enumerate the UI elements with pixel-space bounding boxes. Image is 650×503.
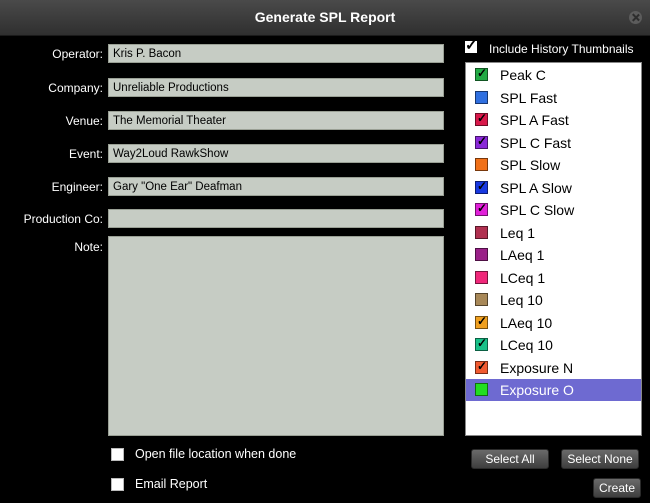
list-item[interactable]: ✓ SPL C Slow [466, 199, 641, 221]
list-item-label: SPL C Fast [500, 134, 572, 151]
list-item-label: LAeq 1 [500, 247, 545, 263]
event-label: Event: [68, 147, 103, 161]
engineer-field[interactable]: Gary "One Ear" Deafman [108, 177, 444, 196]
venue-label: Venue: [65, 114, 103, 128]
color-swatch-checkbox[interactable]: ✓ [475, 358, 488, 374]
checkmark-icon: ✓ [477, 111, 488, 125]
company-field[interactable]: Unreliable Productions [108, 78, 444, 97]
list-item-label: SPL C Slow [500, 202, 575, 218]
select-all-button[interactable]: Select All [471, 449, 549, 469]
color-swatch-checkbox[interactable]: ✓ [475, 111, 488, 126]
list-item[interactable]: ✓ SPL A Fast [466, 109, 641, 131]
checkmark-icon: ✓ [477, 358, 488, 373]
checkmark-icon: ✓ [465, 37, 478, 54]
list-item[interactable]: LCeq 1 [466, 267, 641, 289]
color-swatch-checkbox[interactable] [475, 158, 488, 171]
list-item-label: LCeq 10 [500, 337, 553, 353]
color-swatch-checkbox[interactable] [475, 225, 488, 239]
checkmark-icon: ✓ [477, 313, 488, 328]
list-item-label: SPL Slow [500, 157, 561, 173]
list-item-label: Exposure O [500, 382, 574, 398]
history-thumbnails-label: Include History Thumbnails [489, 42, 634, 56]
list-item[interactable]: SPL Fast [466, 87, 641, 109]
list-item-label: Peak C [500, 67, 546, 83]
event-field[interactable]: Way2Loud RawkShow [108, 144, 444, 163]
list-item-label: SPL A Fast [500, 112, 569, 128]
list-item[interactable]: ✓ LCeq 10 [466, 334, 641, 356]
select-none-button[interactable]: Select None [561, 449, 639, 469]
list-item-label: LAeq 10 [500, 314, 553, 331]
venue-field[interactable]: The Memorial Theater [108, 111, 444, 130]
dialog-title: Generate SPL Report [254, 9, 396, 25]
list-item-label: Leq 10 [500, 292, 543, 308]
color-swatch-checkbox[interactable]: ✓ [475, 201, 488, 216]
color-swatch-checkbox[interactable]: ✓ [475, 66, 488, 81]
color-swatch-checkbox[interactable]: ✓ [475, 313, 488, 329]
open-file-checkbox[interactable] [111, 448, 124, 461]
list-item[interactable]: Leq 10 [466, 289, 641, 311]
list-item-label: LCeq 1 [500, 269, 546, 286]
color-swatch-checkbox[interactable] [475, 270, 488, 284]
list-item-label: SPL A Slow [500, 179, 572, 196]
checkmark-icon: ✓ [477, 201, 488, 215]
create-button[interactable]: Create [593, 478, 641, 498]
checkmark-icon: ✓ [477, 133, 488, 148]
production-co-field[interactable] [108, 209, 444, 228]
list-item-label: SPL Fast [500, 89, 558, 106]
color-swatch-checkbox[interactable]: ✓ [475, 178, 488, 194]
color-swatch-checkbox[interactable] [475, 293, 488, 306]
color-swatch-checkbox[interactable]: ✓ [475, 133, 488, 149]
list-item[interactable]: SPL Slow [466, 154, 641, 176]
list-item[interactable]: ✓ LAeq 10 [466, 312, 641, 334]
report-dialog: Generate SPL Report Operator: Kris P. Ba… [0, 0, 650, 503]
company-label: Company: [48, 81, 103, 95]
open-file-label: Open file location when done [135, 447, 297, 461]
title-bar: Generate SPL Report [0, 0, 650, 36]
color-swatch-checkbox[interactable] [475, 383, 488, 396]
checkmark-icon: ✓ [477, 66, 488, 80]
color-swatch-checkbox[interactable] [475, 248, 488, 261]
list-item-label: Exposure N [500, 359, 574, 376]
production-co-label: Production Co: [23, 212, 103, 226]
email-report-label: Email Report [135, 477, 208, 491]
list-item[interactable]: ✓ Exposure N [466, 357, 641, 379]
close-icon[interactable] [629, 11, 642, 24]
list-item[interactable]: ✓ SPL A Slow [466, 177, 641, 199]
note-label: Note: [74, 240, 103, 254]
color-swatch-checkbox[interactable]: ✓ [475, 336, 488, 351]
checkmark-icon: ✓ [477, 336, 488, 350]
color-swatch-checkbox[interactable] [475, 90, 488, 104]
metrics-list[interactable]: ✓ Peak C SPL Fast ✓ SPL A Fast ✓ SPL C Fast SPL… [465, 62, 642, 436]
engineer-label: Engineer: [51, 180, 103, 194]
history-thumbnails-checkbox[interactable]: ✓ [465, 37, 478, 54]
checkmark-icon: ✓ [477, 178, 488, 193]
list-item[interactable]: LAeq 1 [466, 244, 641, 266]
list-item[interactable]: ✓ SPL C Fast [466, 132, 641, 154]
email-report-checkbox[interactable] [111, 478, 124, 491]
note-textarea[interactable] [108, 236, 444, 436]
list-item[interactable]: Leq 1 [466, 222, 641, 244]
operator-field[interactable]: Kris P. Bacon [108, 44, 444, 63]
list-item-label: Leq 1 [500, 224, 536, 241]
list-item[interactable]: Exposure O [466, 379, 641, 401]
operator-label: Operator: [52, 47, 103, 61]
list-item[interactable]: ✓ Peak C [466, 64, 641, 86]
